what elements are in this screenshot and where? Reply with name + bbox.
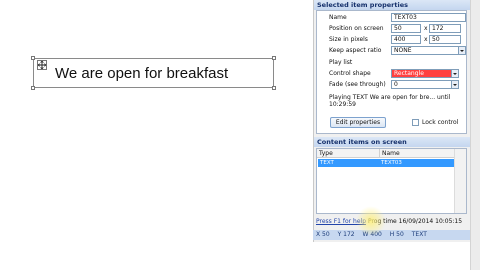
size-width-field[interactable]: 400 (391, 35, 421, 44)
status-line: Press F1 for help Prog time 16/09/2014 1… (316, 218, 462, 225)
list-item[interactable]: TEXT TEXT03 (318, 159, 454, 167)
size-separator: x (424, 36, 428, 43)
coord-h: H 50 (389, 231, 404, 238)
position-separator: x (424, 25, 428, 32)
playlist-label: Play list (329, 59, 353, 66)
cell-name: TEXT03 (381, 160, 402, 166)
position-x-field[interactable]: 50 (391, 24, 421, 33)
chevron-down-icon[interactable] (451, 70, 458, 77)
resize-handle-bottom-left[interactable] (31, 86, 35, 90)
resize-handle-top-left[interactable] (31, 56, 35, 60)
coordinate-bar: X 50 Y 172 W 400 H 50 TEXT (313, 230, 470, 240)
fade-value: 0 (394, 81, 398, 88)
resize-handle-bottom-right[interactable] (272, 86, 276, 90)
name-field[interactable]: TEXT03 (391, 13, 466, 22)
cursor-highlight (356, 206, 386, 236)
lock-control-label: Lock control (422, 119, 459, 126)
control-shape-select[interactable]: Rectangle (391, 69, 459, 78)
control-shape-label: Control shape (329, 70, 371, 77)
column-name[interactable]: Name (379, 149, 400, 158)
selected-item-properties-header: Selected item properties (314, 0, 470, 10)
fade-label: Fade (see through) (329, 81, 386, 88)
properties-box: Name TEXT03 Position on screen 50 x 172 … (316, 10, 467, 134)
cell-type: TEXT (320, 160, 334, 166)
text-item-content: We are open for breakfast (55, 64, 229, 82)
lock-control-checkbox[interactable] (412, 119, 419, 126)
coord-type: TEXT (411, 231, 427, 238)
aspect-label: Keep aspect ratio (329, 47, 382, 54)
content-items-list[interactable]: Type Name TEXT TEXT03 (316, 148, 467, 214)
control-shape-value: Rectangle (394, 70, 424, 77)
edit-properties-button[interactable]: Edit properties (330, 117, 386, 128)
aspect-select[interactable]: NONE (391, 46, 466, 55)
coord-x: X 50 (316, 231, 330, 238)
position-y-field[interactable]: 172 (429, 24, 461, 33)
aspect-value: NONE (394, 47, 412, 54)
size-label: Size in pixels (329, 36, 368, 43)
list-scrollbar[interactable] (454, 149, 466, 213)
chevron-down-icon[interactable] (451, 81, 458, 88)
column-type[interactable]: Type (317, 149, 333, 158)
content-items-header: Content items on screen (314, 137, 470, 147)
resize-handle-top-right[interactable] (272, 56, 276, 60)
coord-y: Y 172 (337, 231, 355, 238)
screen-canvas[interactable]: We are open for breakfast (0, 0, 313, 270)
fade-select[interactable]: 0 (391, 80, 459, 89)
playing-info: Playing TEXT We are open for bre... unti… (329, 94, 451, 108)
panel-scrollbar[interactable] (470, 0, 480, 270)
size-height-field[interactable]: 50 (429, 35, 461, 44)
list-header: Type Name (317, 149, 466, 158)
chevron-down-icon[interactable] (458, 47, 465, 54)
move-icon[interactable] (37, 60, 47, 70)
position-label: Position on screen (329, 25, 384, 32)
name-label: Name (329, 14, 347, 21)
text-item-text03[interactable]: We are open for breakfast (31, 56, 276, 90)
